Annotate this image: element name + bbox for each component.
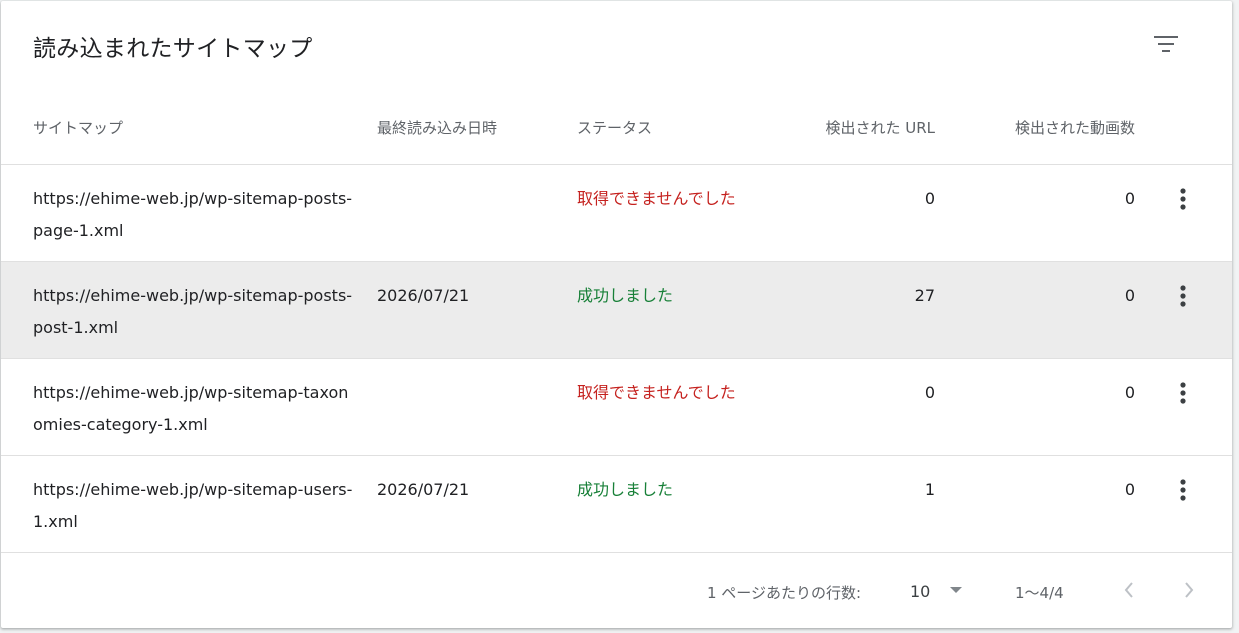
status-text: 取得できませんでした	[577, 189, 736, 208]
discovered-urls-count: 27	[914, 286, 935, 305]
pagination-range: 1〜4/4	[1015, 584, 1064, 602]
row-more-button[interactable]	[1167, 280, 1199, 312]
row-more-button[interactable]	[1167, 377, 1199, 409]
pagination-footer: 1 ページあたりの行数: 10 1〜4/4	[1, 554, 1232, 628]
table-row[interactable]: https://ehime-web.jp/wp-sitemap-posts-po…	[1, 262, 1232, 359]
discovered-videos-count: 0	[1124, 480, 1135, 499]
table-row[interactable]: https://ehime-web.jp/wp-sitemap-posts-pa…	[1, 165, 1232, 262]
chevron-left-icon	[1124, 582, 1133, 598]
sitemap-url: https://ehime-web.jp/wp-sitemap-taxonomi…	[33, 383, 349, 434]
table-header: サイトマップ 最終読み込み日時 ステータス 検出された URL 検出された動画数	[1, 91, 1232, 165]
filter-icon	[1154, 36, 1178, 52]
column-header-discovered-videos[interactable]: 検出された動画数	[1015, 117, 1135, 138]
row-more-button[interactable]	[1167, 183, 1199, 215]
next-page-button[interactable]	[1173, 574, 1205, 606]
table-row[interactable]: https://ehime-web.jp/wp-sitemap-users-1.…	[1, 456, 1232, 553]
discovered-urls-count: 1	[924, 480, 935, 499]
last-read-date: 2026/07/21	[377, 286, 470, 305]
rows-per-page-select[interactable]: 10	[901, 574, 973, 608]
sitemap-url: https://ehime-web.jp/wp-sitemap-posts-po…	[33, 286, 353, 337]
more-vert-icon	[1180, 479, 1186, 501]
sitemap-url: https://ehime-web.jp/wp-sitemap-posts-pa…	[33, 189, 353, 240]
discovered-videos-count: 0	[1124, 383, 1135, 402]
discovered-videos-count: 0	[1124, 189, 1135, 208]
sitemap-url: https://ehime-web.jp/wp-sitemap-users-1.…	[33, 480, 353, 531]
rows-per-page-label: 1 ページあたりの行数:	[707, 584, 862, 602]
status-text: 成功しました	[577, 480, 674, 499]
discovered-urls-count: 0	[924, 383, 935, 402]
last-read-date: 2026/07/21	[377, 480, 470, 499]
chevron-right-icon	[1185, 582, 1194, 598]
sitemaps-card: 読み込まれたサイトマップ サイトマップ 最終読み込み日時 ステータス 検出された…	[1, 1, 1232, 628]
column-header-sitemap[interactable]: サイトマップ	[33, 117, 123, 138]
rows-per-page-value: 10	[910, 581, 931, 601]
more-vert-icon	[1180, 188, 1186, 210]
discovered-urls-count: 0	[924, 189, 935, 208]
page-title: 読み込まれたサイトマップ	[33, 36, 313, 62]
discovered-videos-count: 0	[1124, 286, 1135, 305]
more-vert-icon	[1180, 285, 1186, 307]
column-header-discovered-urls[interactable]: 検出された URL	[825, 117, 935, 138]
column-header-status[interactable]: ステータス	[577, 117, 652, 138]
dropdown-arrow-icon	[950, 587, 962, 593]
more-vert-icon	[1180, 382, 1186, 404]
status-text: 成功しました	[577, 286, 674, 305]
table-row[interactable]: https://ehime-web.jp/wp-sitemap-taxonomi…	[1, 359, 1232, 456]
row-more-button[interactable]	[1167, 474, 1199, 506]
column-header-last-read[interactable]: 最終読み込み日時	[377, 117, 497, 138]
status-text: 取得できませんでした	[577, 383, 736, 402]
filter-button[interactable]	[1148, 29, 1184, 59]
previous-page-button[interactable]	[1113, 574, 1145, 606]
